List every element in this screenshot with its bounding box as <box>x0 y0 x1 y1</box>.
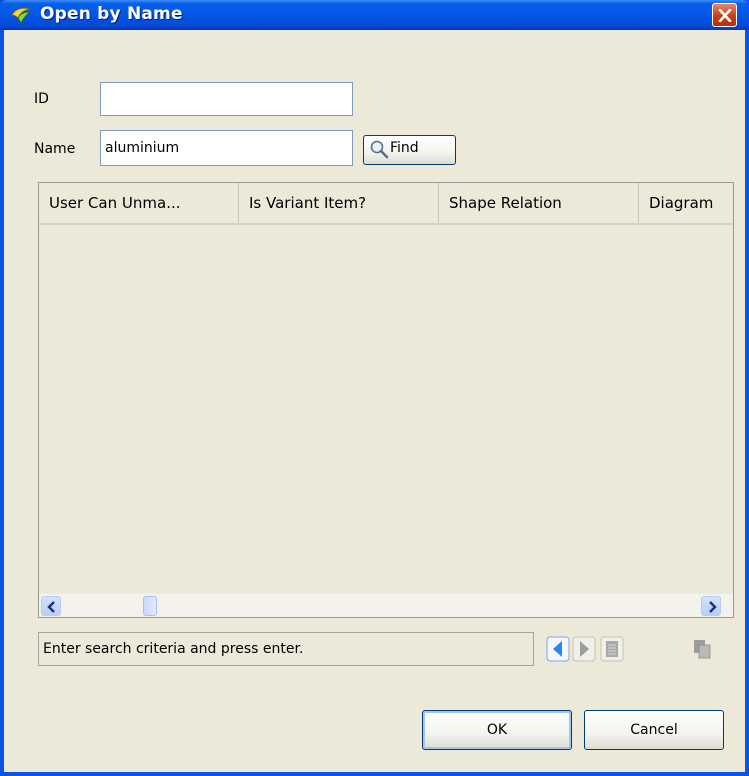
title-bar[interactable]: Open by Name <box>0 0 749 30</box>
find-button[interactable]: Find <box>363 135 456 165</box>
scroll-right-button[interactable] <box>701 596 721 616</box>
close-button[interactable] <box>712 3 737 27</box>
prev-page-icon[interactable] <box>546 636 570 662</box>
results-table[interactable]: User Can Unma... Is Variant Item? Shape … <box>38 182 734 618</box>
id-label: ID <box>34 91 49 107</box>
table-header: User Can Unma... Is Variant Item? Shape … <box>39 183 733 225</box>
table-body[interactable] <box>39 225 733 593</box>
window-title: Open by Name <box>40 4 183 24</box>
open-by-name-dialog: Open by Name ID Name Find User Can Unma.… <box>0 0 749 776</box>
app-logo-icon <box>11 7 32 24</box>
chevron-left-icon <box>47 601 55 613</box>
name-label: Name <box>34 141 76 157</box>
name-field[interactable] <box>100 130 353 166</box>
column-header-user-can-unmanage[interactable]: User Can Unma... <box>39 183 239 223</box>
column-header-diagram[interactable]: Diagram <box>639 183 733 223</box>
find-button-label: Find <box>390 140 419 156</box>
chevron-right-icon <box>709 601 717 613</box>
scroll-left-button[interactable] <box>41 596 61 616</box>
id-field[interactable] <box>100 82 353 116</box>
column-header-is-variant-item[interactable]: Is Variant Item? <box>239 183 439 223</box>
cancel-button[interactable]: Cancel <box>584 710 724 750</box>
scroll-thumb[interactable] <box>143 596 157 616</box>
status-bar: Enter search criteria and press enter. <box>38 632 534 666</box>
magnifier-icon <box>370 140 389 159</box>
horizontal-scrollbar[interactable] <box>39 593 733 617</box>
dialog-body: ID Name Find User Can Unma... Is Variant… <box>4 30 745 772</box>
close-icon <box>718 9 732 22</box>
ok-button[interactable]: OK <box>422 710 572 750</box>
column-header-shape-relation[interactable]: Shape Relation <box>439 183 639 223</box>
copy-icon[interactable] <box>690 636 714 662</box>
next-page-icon[interactable] <box>572 636 596 662</box>
list-view-icon[interactable] <box>600 636 624 662</box>
